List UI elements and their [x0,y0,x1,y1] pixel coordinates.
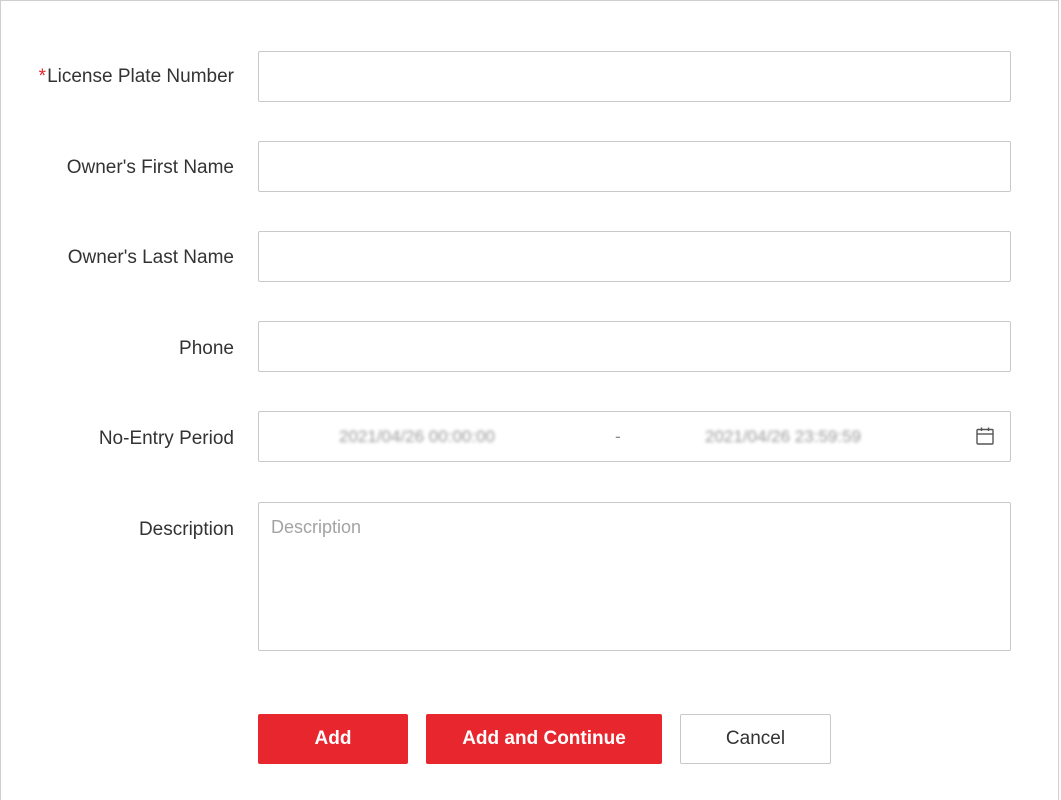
required-marker: * [38,66,47,87]
license-plate-label-text: License Plate Number [47,66,234,87]
phone-input[interactable] [258,321,1011,372]
cancel-button[interactable]: Cancel [680,714,831,764]
period-end-value[interactable]: 2021/04/26 23:59:59 [705,426,861,448]
description-textarea[interactable] [258,502,1011,651]
calendar-icon[interactable] [975,426,995,446]
add-and-continue-button[interactable]: Add and Continue [426,714,662,764]
no-entry-period-picker[interactable]: 2021/04/26 00:00:00 - 2021/04/26 23:59:5… [258,411,1011,462]
first-name-input[interactable] [258,141,1011,192]
license-plate-input[interactable] [258,51,1011,102]
last-name-input[interactable] [258,231,1011,282]
add-button[interactable]: Add [258,714,408,764]
period-separator: - [615,427,621,446]
add-vehicle-form-panel: *License Plate Number Owner's First Name… [0,0,1059,800]
license-plate-label: *License Plate Number [39,65,234,89]
period-start-value[interactable]: 2021/04/26 00:00:00 [339,426,495,448]
first-name-label: Owner's First Name [66,157,234,178]
last-name-label: Owner's Last Name [67,247,234,268]
description-label: Description [138,519,234,540]
no-entry-period-label: No-Entry Period [98,428,234,449]
phone-label: Phone [179,338,234,359]
